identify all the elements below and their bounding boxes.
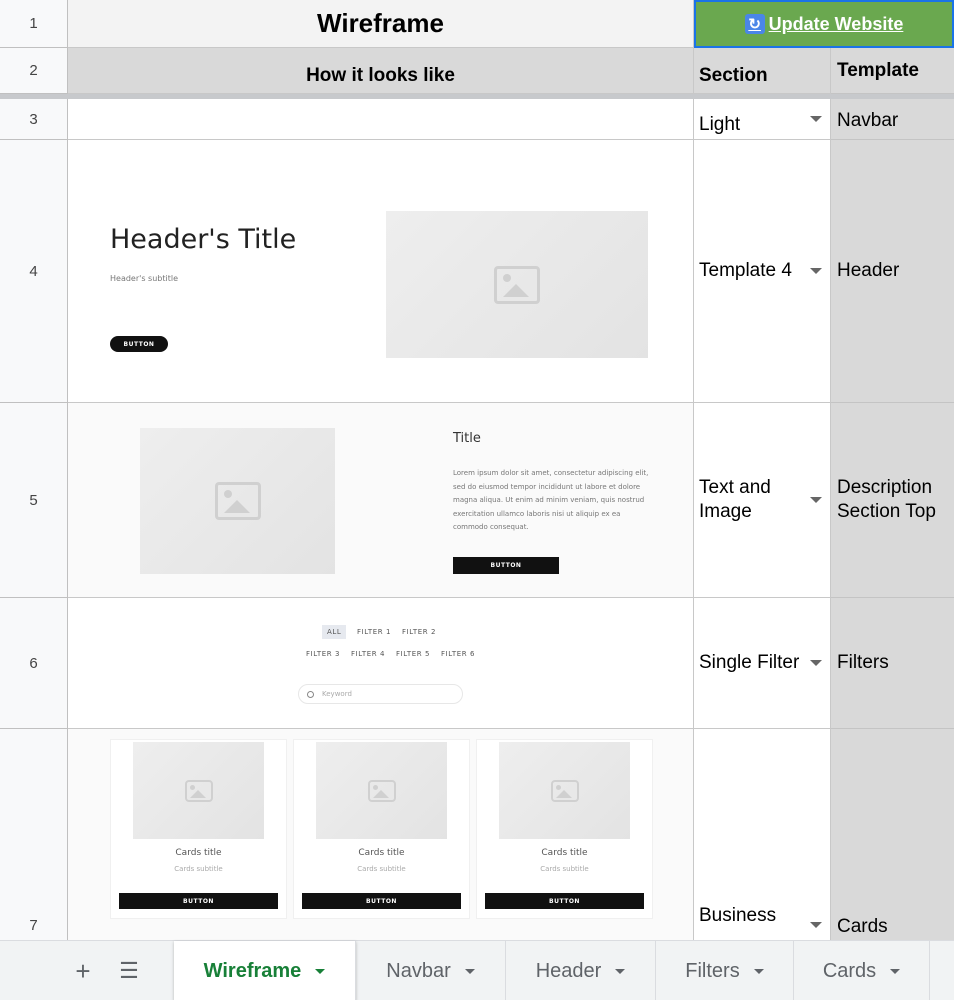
keyword-placeholder: Keyword [322,690,352,698]
row-header-3[interactable]: 3 [0,99,68,140]
sheet-tab-bar: + ☰ Wireframe Navbar Header Filters Card… [0,940,954,1000]
card-image-placeholder [133,742,264,839]
filter-chip-6: FILTER 6 [441,650,476,658]
section-dropdown-header[interactable]: Template 4 [694,140,831,403]
tab-label: Cards [822,959,877,982]
header-image-placeholder [386,211,648,358]
image-icon [494,265,540,304]
filter-chip-2: FILTER 2 [402,628,437,636]
section-dropdown-cards[interactable]: Business [694,729,831,940]
filter-chip-5: FILTER 5 [396,650,431,658]
section-value: Business [699,905,777,926]
dropdown-arrow-icon [810,116,822,122]
card-title: Cards title [358,848,405,858]
menu-icon[interactable]: ☰ [114,941,144,1000]
image-icon [184,779,213,802]
chevron-down-icon[interactable] [615,968,626,974]
filter-chip-all: ALL [322,625,347,639]
description-wireframe-title: Title [453,431,481,446]
search-icon [307,690,314,698]
card-title: Cards title [175,848,222,858]
image-icon [367,779,396,802]
tab-cards[interactable]: Cards [794,941,930,1000]
update-website-button[interactable]: ↻ Update Website [694,0,954,48]
filters-preview-cell[interactable]: ALL FILTER 1 FILTER 2 FILTER 3 FILTER 4 … [68,598,694,729]
template-cell-navbar[interactable]: Navbar [831,99,954,140]
header-wireframe-button: BUTTON [110,336,168,352]
chevron-down-icon[interactable] [315,968,326,974]
dropdown-arrow-icon [810,268,822,274]
title-cell[interactable]: Wireframe [68,0,694,48]
description-image-placeholder [140,428,335,574]
tab-label: Filters [685,959,740,982]
how-it-looks-header[interactable]: How it looks like [68,48,694,94]
card-image-placeholder [316,742,447,839]
plus-icon[interactable]: + [68,941,98,1000]
navbar-preview-cell[interactable] [68,99,694,140]
card-subtitle: Cards subtitle [540,865,589,873]
filter-chip-1: FILTER 1 [357,628,392,636]
chevron-down-icon[interactable] [464,968,475,974]
tab-filters[interactable]: Filters [656,941,794,1000]
image-icon [550,779,579,802]
template-header[interactable]: Template [831,48,954,94]
card-title: Cards title [541,848,588,858]
template-cell-filters[interactable]: Filters [831,598,954,729]
card-subtitle: Cards subtitle [357,865,406,873]
template-cell-cards[interactable]: Cards [831,729,954,940]
cards-preview-cell[interactable]: Cards title Cards subtitle BUTTON Cards … [68,729,694,940]
card-button: BUTTON [119,893,278,909]
header-wireframe-title: Header's Title [110,224,297,255]
refresh-icon: ↻ [744,14,765,34]
header-wireframe-subtitle: Header's subtitle [110,274,178,283]
template-cell-header[interactable]: Header [831,140,954,403]
row-header-1[interactable]: 1 [0,0,68,48]
row-header-5[interactable]: 5 [0,403,68,598]
tab-navbar[interactable]: Navbar [356,941,506,1000]
chevron-down-icon[interactable] [753,968,764,974]
tab-wireframe[interactable]: Wireframe [174,941,356,1000]
chevron-down-icon[interactable] [890,968,901,974]
card-subtitle: Cards subtitle [174,865,223,873]
tab-label: Header [535,959,602,982]
card-button: BUTTON [485,893,644,909]
section-value: Template 4 [699,260,792,281]
tab-label: Wireframe [203,959,302,982]
row-header-2[interactable]: 2 [0,48,68,94]
filter-chip-4: FILTER 4 [351,650,386,658]
keyword-search-wireframe: Keyword [298,684,463,704]
description-preview-cell[interactable]: Title Lorem ipsum dolor sit amet, consec… [68,403,694,598]
dropdown-arrow-icon [810,922,822,928]
spreadsheet-grid: 1 Wireframe ↻ Update Website 2 How it lo… [0,0,954,940]
tab-label: Navbar [386,959,451,982]
header-preview-cell[interactable]: Header's Title Header's subtitle BUTTON [68,140,694,403]
update-website-label: Update Website [768,13,904,34]
row-header-6[interactable]: 6 [0,598,68,729]
section-dropdown-filters[interactable]: Single Filter [694,598,831,729]
row-header-7[interactable]: 7 [0,729,68,940]
description-wireframe-body: Lorem ipsum dolor sit amet, consectetur … [453,469,649,532]
card-wireframe-2: Cards title Cards subtitle BUTTON [293,739,470,919]
section-dropdown-description[interactable]: Text and Image [694,403,831,598]
card-wireframe-1: Cards title Cards subtitle BUTTON [110,739,287,919]
card-wireframe-3: Cards title Cards subtitle BUTTON [476,739,653,919]
section-value: Single Filter [699,652,800,673]
row-header-4[interactable]: 4 [0,140,68,403]
dropdown-arrow-icon [810,497,822,503]
section-value: Text and Image [699,477,771,522]
card-button: BUTTON [302,893,461,909]
filter-chip-3: FILTER 3 [306,650,341,658]
image-icon [214,482,261,520]
tab-header[interactable]: Header [506,941,656,1000]
section-dropdown-navbar[interactable]: Light [694,99,831,140]
template-cell-description[interactable]: Description Section Top [831,403,954,598]
section-header[interactable]: Section [694,48,831,94]
card-image-placeholder [499,742,630,839]
section-value: Light [699,114,741,135]
dropdown-arrow-icon [810,660,822,666]
description-wireframe-button: BUTTON [453,557,559,574]
